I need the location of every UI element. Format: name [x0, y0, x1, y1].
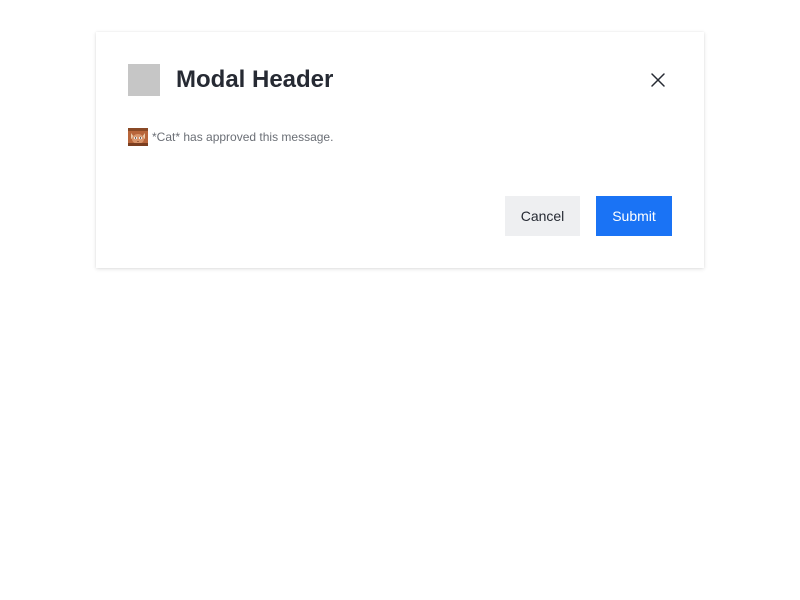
modal-dialog: Modal Header *Cat* has approved this mes…: [96, 32, 704, 268]
close-icon: [651, 73, 665, 87]
placeholder-square-icon: [128, 64, 160, 96]
approval-message: *Cat* has approved this message.: [128, 128, 333, 146]
submit-button[interactable]: Submit: [596, 196, 672, 236]
modal-title: Modal Header: [176, 66, 334, 93]
cancel-button[interactable]: Cancel: [505, 196, 580, 236]
cat-avatar-icon: [128, 128, 148, 146]
message-text: *Cat* has approved this message.: [152, 130, 334, 144]
close-button[interactable]: [642, 64, 674, 96]
